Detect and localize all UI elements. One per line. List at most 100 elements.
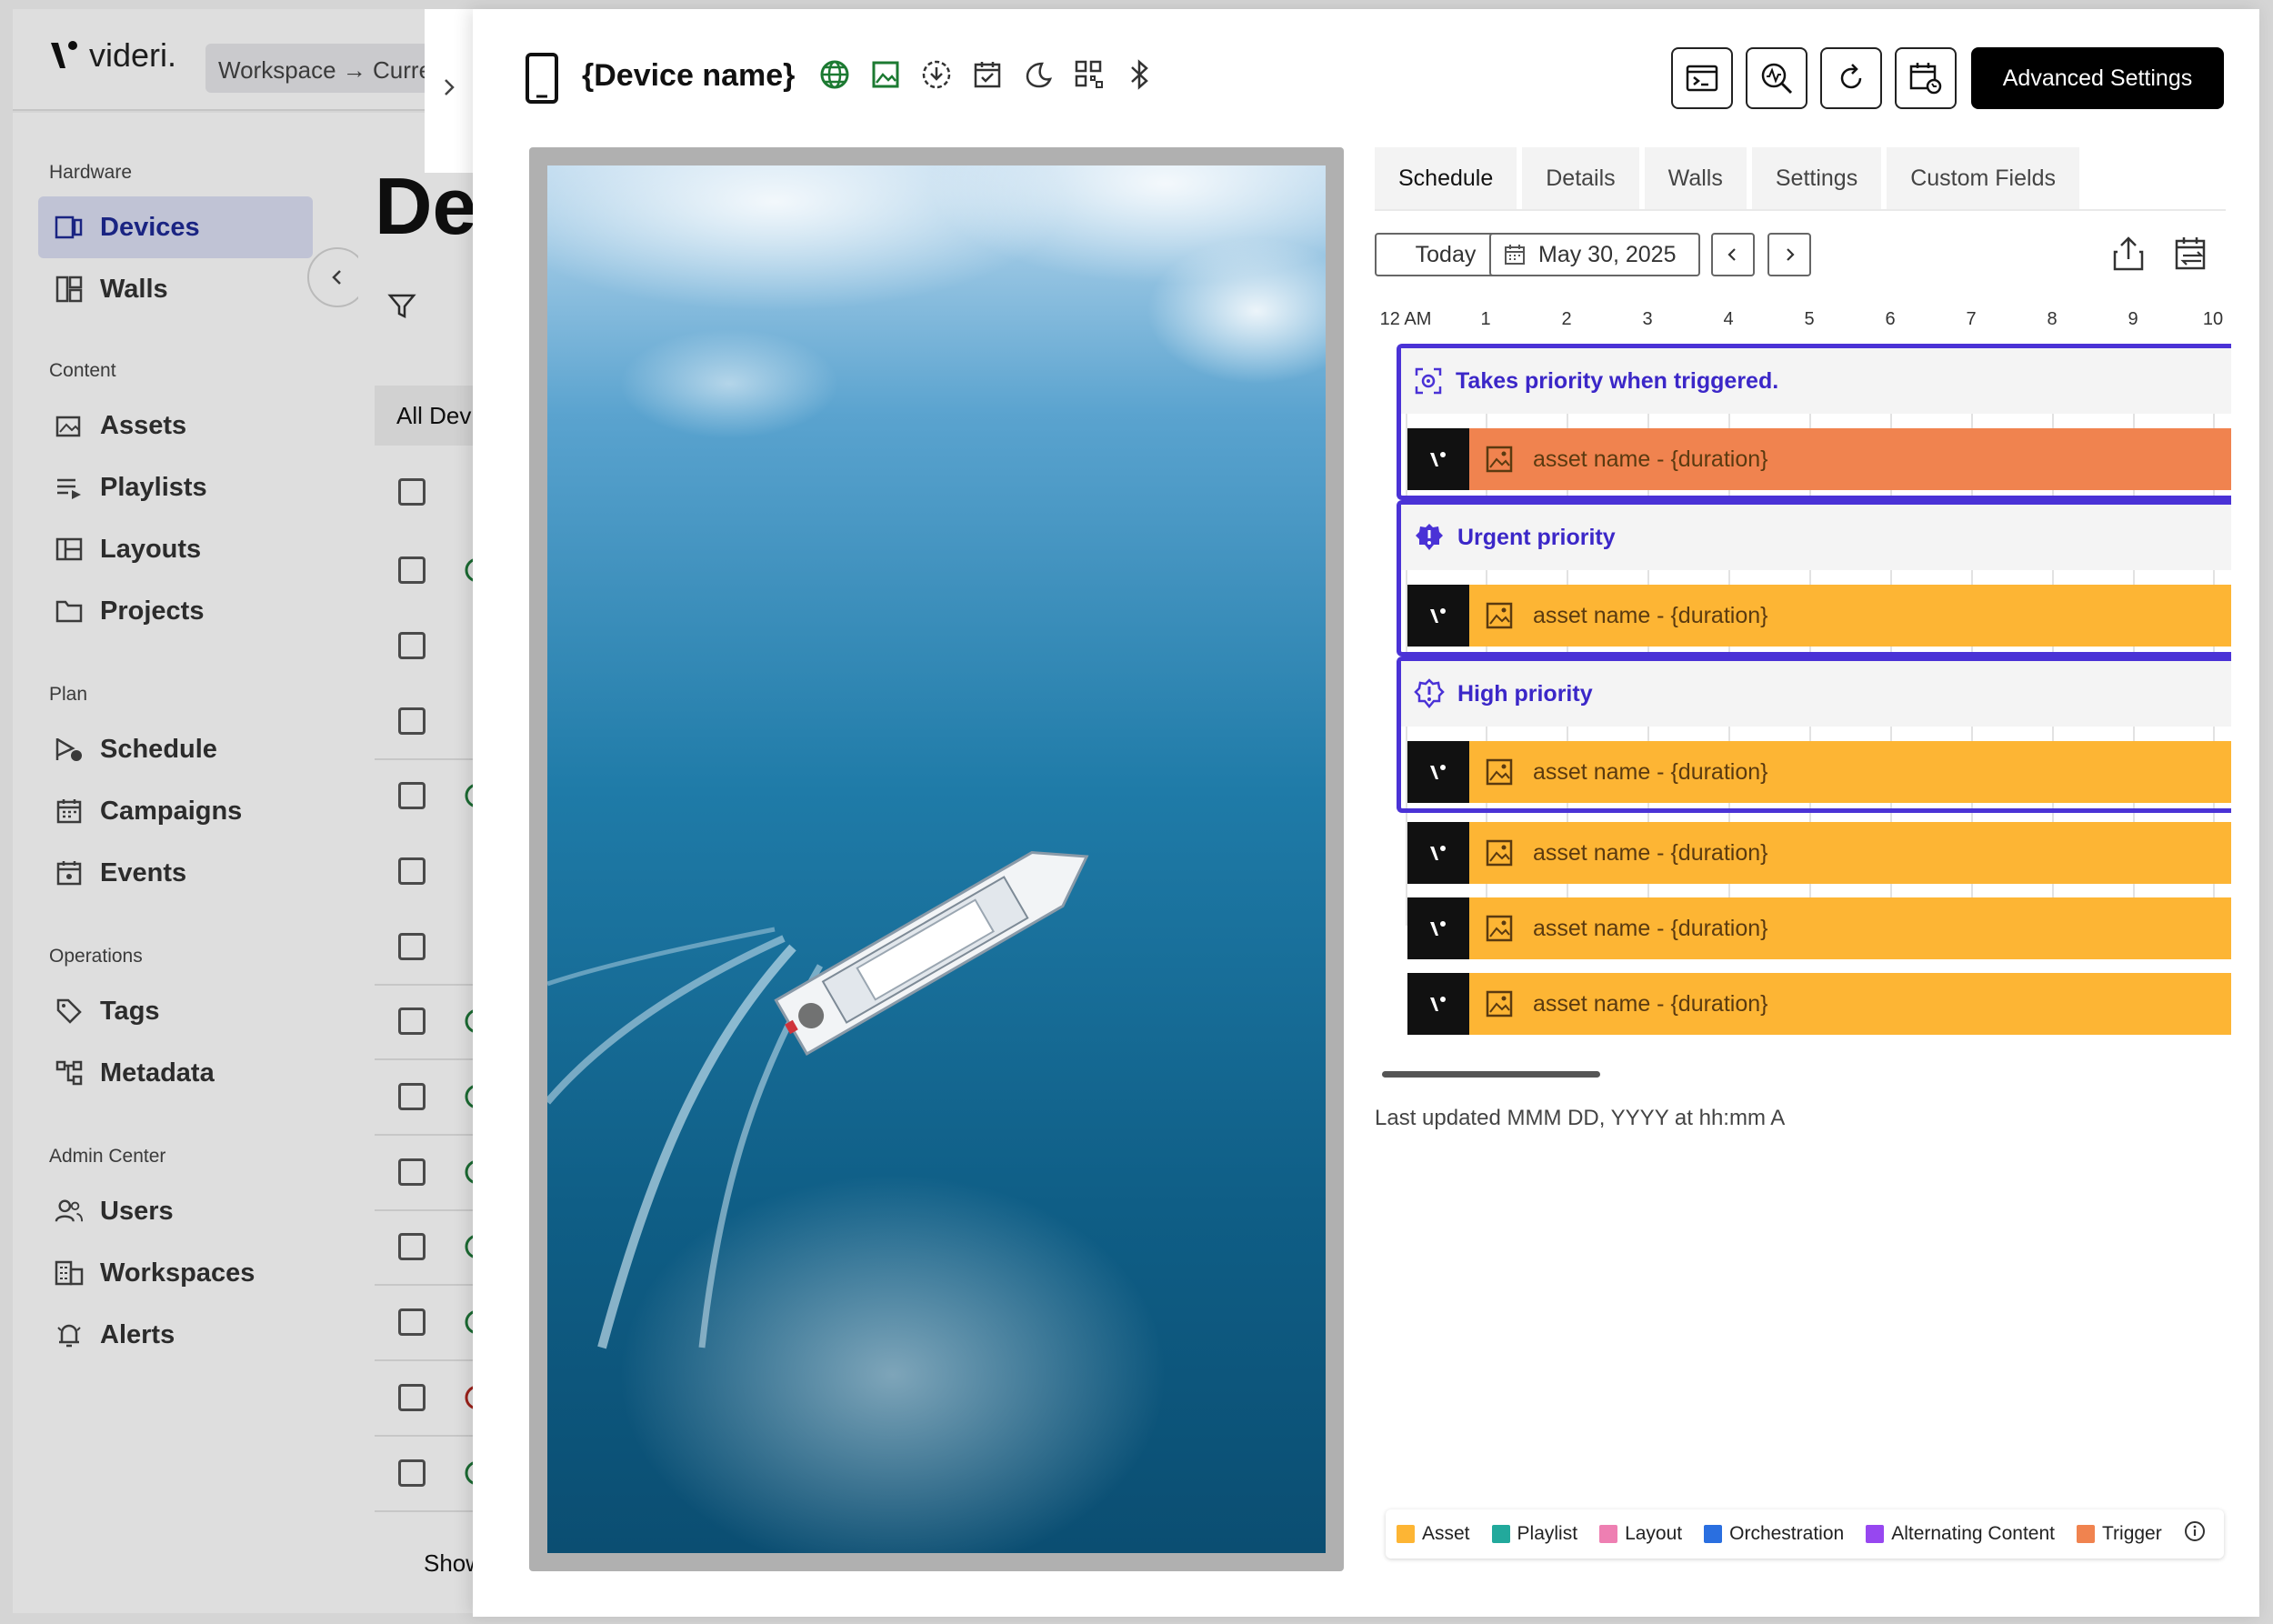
share-button[interactable] — [2106, 231, 2151, 276]
schedule-timeline: 12 AM 1 2 3 4 5 6 7 8 9 10 Takes priorit… — [1375, 300, 2231, 1100]
chevron-left-icon — [1727, 248, 1736, 261]
legend-label: Alternating Content — [1891, 1523, 2055, 1544]
legend-swatch — [2076, 1525, 2095, 1543]
asset-label: asset name - {duration} — [1533, 602, 1768, 628]
previous-day-button[interactable] — [1711, 233, 1755, 276]
selected-date: May 30, 2025 — [1538, 241, 1677, 267]
group-label: Urgent priority — [1457, 524, 1616, 550]
tab-settings[interactable]: Settings — [1751, 147, 1882, 209]
videri-logo-icon — [1407, 428, 1469, 490]
calendar-check-icon — [971, 58, 1004, 91]
asset-bar[interactable]: asset name - {duration} — [1407, 973, 2231, 1035]
expand-drawer-button[interactable] — [435, 73, 464, 106]
asset-bar-body: asset name - {duration} — [1469, 585, 2231, 647]
device-status-icons — [818, 58, 1157, 91]
asset-bar[interactable]: asset name - {duration} — [1407, 897, 2231, 959]
share-icon — [2113, 236, 2144, 271]
asset-label: asset name - {duration} — [1533, 839, 1768, 866]
refresh-button[interactable] — [1820, 47, 1882, 109]
asset-bar-body: asset name - {duration} — [1469, 822, 2231, 884]
hour-label: 12 AM — [1379, 309, 1432, 329]
terminal-button[interactable] — [1671, 47, 1733, 109]
hour-label: 9 — [2128, 309, 2138, 329]
group-label: Takes priority when triggered. — [1456, 367, 1779, 394]
asset-label: asset name - {duration} — [1533, 446, 1768, 472]
legend-label: Layout — [1625, 1523, 1683, 1544]
hour-label: 7 — [1966, 309, 1977, 329]
hour-label: 8 — [2047, 309, 2058, 329]
reschedule-button[interactable] — [1895, 47, 1957, 109]
diagnostics-button[interactable] — [1746, 47, 1807, 109]
color-legend: Asset Playlist Layout Orchestration Alte… — [1386, 1509, 2224, 1559]
chevron-right-icon — [445, 79, 455, 95]
globe-icon — [818, 58, 851, 91]
group-header[interactable]: High priority — [1401, 661, 2231, 727]
image-icon — [1486, 602, 1513, 629]
drawer-tabs: Schedule Details Walls Settings Custom F… — [1375, 147, 2079, 209]
videri-logo-icon — [1407, 822, 1469, 884]
diagnostics-icon — [1761, 63, 1793, 95]
legend-item-orchestration: Orchestration — [1704, 1523, 1844, 1545]
group-header[interactable]: Urgent priority — [1401, 505, 2231, 570]
hour-label: 1 — [1480, 309, 1491, 329]
last-updated-text: Last updated MMM DD, YYYY at hh:mm A — [1375, 1106, 1786, 1130]
asset-bar-body: asset name - {duration} — [1469, 973, 2231, 1035]
calendar-icon — [1505, 245, 1525, 265]
trigger-icon — [1415, 367, 1442, 395]
hour-label: 2 — [1561, 309, 1572, 329]
hour-label: 5 — [1804, 309, 1815, 329]
next-day-button[interactable] — [1767, 233, 1811, 276]
tab-custom-fields[interactable]: Custom Fields — [1887, 147, 2079, 209]
device-name: {Device name} — [582, 58, 796, 93]
bluetooth-icon — [1124, 58, 1157, 91]
advanced-settings-button[interactable]: Advanced Settings — [1971, 47, 2224, 109]
group-label: High priority — [1457, 680, 1593, 707]
legend-swatch — [1491, 1525, 1510, 1543]
tabs-divider — [1375, 209, 2226, 211]
hour-label: 4 — [1723, 309, 1734, 329]
tab-details[interactable]: Details — [1522, 147, 1639, 209]
asset-bar-body: asset name - {duration} — [1469, 741, 2231, 803]
asset-label: asset name - {duration} — [1533, 915, 1768, 941]
moon-icon — [1022, 58, 1055, 91]
asset-label: asset name - {duration} — [1533, 990, 1768, 1017]
terminal-icon — [1686, 65, 1718, 92]
legend-swatch — [1866, 1525, 1885, 1543]
timeline-scrollbar[interactable] — [1382, 1071, 1600, 1078]
legend-label: Asset — [1422, 1523, 1470, 1544]
info-icon[interactable] — [2184, 1520, 2206, 1548]
legend-item-asset: Asset — [1397, 1523, 1470, 1545]
asset-label: asset name - {duration} — [1533, 758, 1768, 785]
image-icon — [1486, 446, 1513, 473]
hour-label: 6 — [1885, 309, 1896, 329]
legend-swatch — [1704, 1525, 1723, 1543]
legend-label: Trigger — [2101, 1523, 2162, 1544]
asset-bar[interactable]: asset name - {duration} — [1407, 741, 2231, 803]
asset-bar[interactable]: asset name - {duration} — [1407, 822, 2231, 884]
asset-bar-body: asset name - {duration} — [1469, 428, 2231, 490]
refresh-icon — [1840, 64, 1862, 89]
legend-item-playlist: Playlist — [1491, 1523, 1578, 1545]
device-phone-icon — [524, 53, 560, 108]
urgent-icon — [1416, 524, 1443, 550]
legend-label: Orchestration — [1729, 1523, 1845, 1544]
image-icon — [1486, 990, 1513, 1018]
tab-walls[interactable]: Walls — [1644, 147, 1747, 209]
chevron-right-icon — [1787, 248, 1795, 261]
videri-logo-icon — [1407, 585, 1469, 647]
tab-schedule[interactable]: Schedule — [1375, 147, 1517, 209]
group-header[interactable]: Takes priority when triggered. — [1401, 348, 2231, 414]
legend-label: Playlist — [1517, 1523, 1578, 1544]
download-icon — [920, 58, 953, 91]
legend-item-trigger: Trigger — [2076, 1523, 2162, 1545]
videri-logo-icon — [1407, 973, 1469, 1035]
image-icon — [1486, 915, 1513, 942]
device-preview — [529, 147, 1344, 1571]
date-picker[interactable]: May 30, 2025 — [1489, 233, 1700, 276]
videri-logo-icon — [1407, 897, 1469, 959]
asset-bar[interactable]: asset name - {duration} — [1407, 585, 2231, 647]
schedule-swap-button[interactable] — [2169, 231, 2215, 276]
legend-swatch — [1397, 1525, 1415, 1543]
asset-bar[interactable]: asset name - {duration} — [1407, 428, 2231, 490]
hour-label: 3 — [1642, 309, 1653, 329]
